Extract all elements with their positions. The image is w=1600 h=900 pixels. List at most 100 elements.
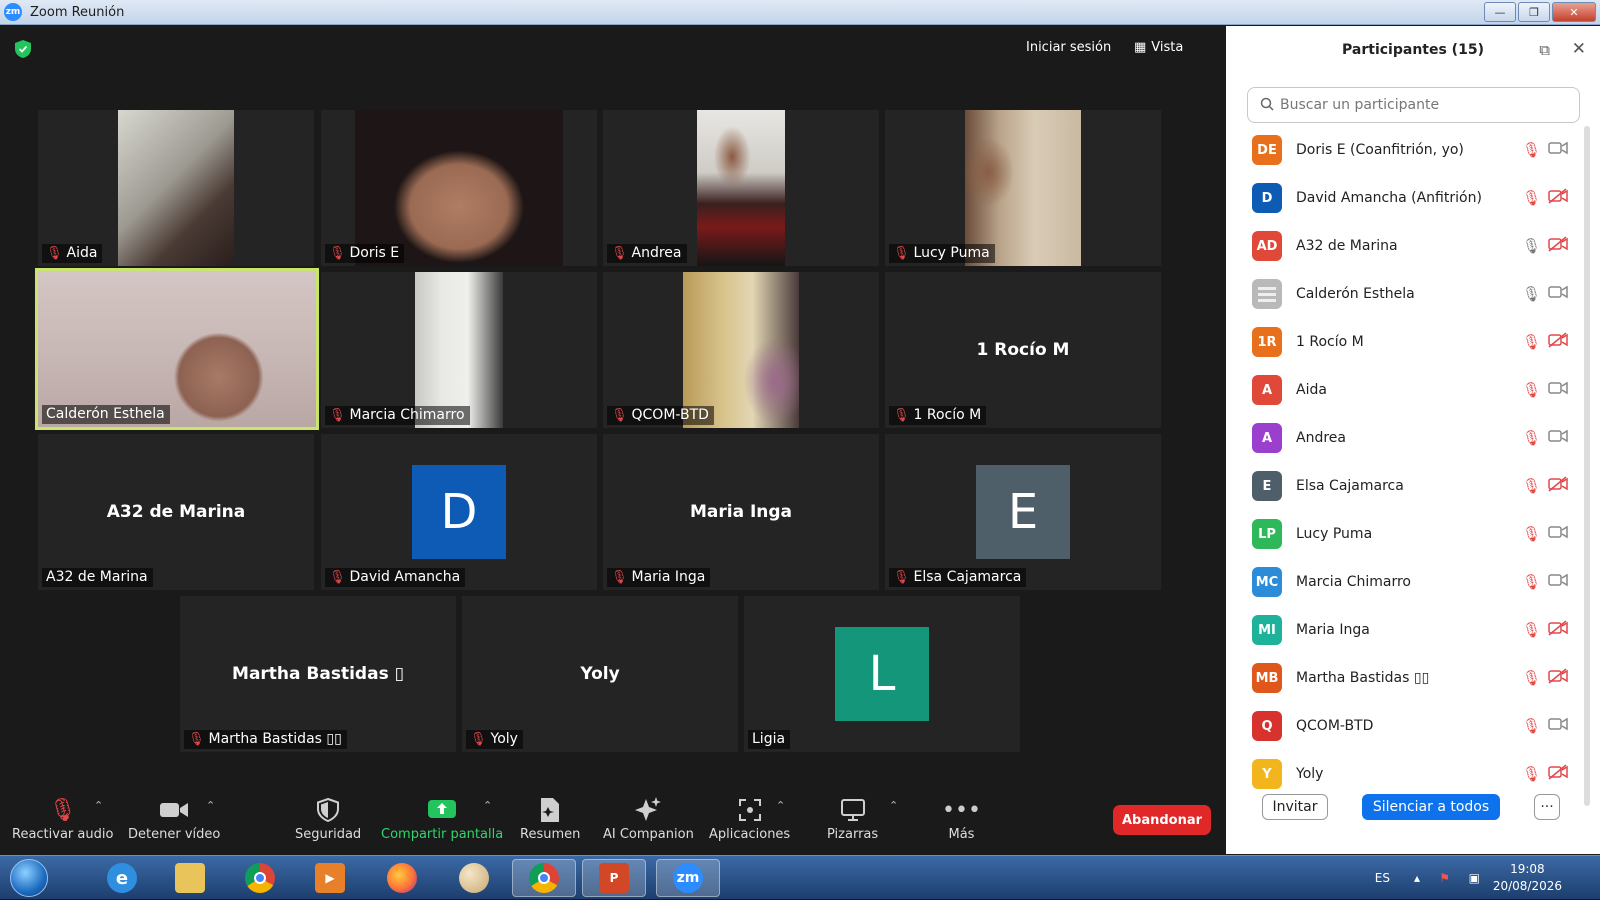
muted-mic-icon[interactable]: 🎙 xyxy=(1522,477,1541,495)
video-tile-martha[interactable]: Martha Bastidas ▯ 🎙 Martha Bastidas ▯▯ xyxy=(180,596,456,752)
participant-row[interactable]: LP Lucy Puma 🎙 xyxy=(1226,510,1586,558)
whiteboards-button[interactable]: Pizarras xyxy=(827,795,878,842)
video-camera-icon[interactable] xyxy=(1548,380,1568,400)
sign-in-button[interactable]: Iniciar sesión xyxy=(1026,40,1111,55)
close-panel-icon[interactable]: ✕ xyxy=(1572,39,1586,59)
participant-row[interactable]: Calderón Esthela 🎙 xyxy=(1226,270,1586,318)
security-shield-icon[interactable] xyxy=(15,40,31,58)
view-button[interactable]: ▦ Vista xyxy=(1134,40,1183,55)
video-off-icon[interactable] xyxy=(1548,620,1568,640)
panel-more-button[interactable]: ··· xyxy=(1534,794,1560,820)
video-off-icon[interactable] xyxy=(1548,668,1568,688)
participant-row[interactable]: MB Martha Bastidas ▯▯ 🎙 xyxy=(1226,654,1586,702)
apps-options-caret[interactable]: ⌃ xyxy=(776,799,785,812)
taskbar-internet-explorer[interactable]: e xyxy=(90,859,154,897)
participant-row[interactable]: A Andrea 🎙 xyxy=(1226,414,1586,462)
tile-center-name: A32 de Marina xyxy=(106,502,246,522)
video-off-icon[interactable] xyxy=(1548,476,1568,496)
muted-mic-icon[interactable]: 🎙 xyxy=(1522,717,1541,735)
muted-mic-icon[interactable]: 🎙 xyxy=(1522,333,1541,351)
restore-button[interactable]: ❐ xyxy=(1518,2,1550,22)
video-tile-lucy[interactable]: 🎙 Lucy Puma xyxy=(885,110,1161,266)
language-indicator[interactable]: ES xyxy=(1375,856,1390,900)
taskbar-media-player[interactable]: ▶ xyxy=(298,859,362,897)
tile-label: A32 de Marina xyxy=(42,568,153,587)
system-clock[interactable]: 19:08 20/08/2026 xyxy=(1493,861,1562,895)
muted-mic-icon[interactable]: 🎙 xyxy=(1522,429,1541,447)
audio-options-caret[interactable]: ⌃ xyxy=(94,799,103,812)
video-options-caret[interactable]: ⌃ xyxy=(206,799,215,812)
participant-row[interactable]: DE Doris E (Coanfitrión, yo) 🎙 xyxy=(1226,126,1586,174)
video-camera-icon[interactable] xyxy=(1548,716,1568,736)
taskbar-chrome-active[interactable] xyxy=(512,859,576,897)
video-off-icon[interactable] xyxy=(1548,188,1568,208)
display-icon[interactable]: ▣ xyxy=(1469,856,1480,900)
video-feed xyxy=(965,110,1081,266)
taskbar-firefox[interactable] xyxy=(370,859,434,897)
participant-row[interactable]: E Elsa Cajamarca 🎙 xyxy=(1226,462,1586,510)
muted-mic-icon[interactable]: 🎙 xyxy=(1522,621,1541,639)
video-off-icon[interactable] xyxy=(1548,332,1568,352)
security-button[interactable]: Seguridad xyxy=(295,795,361,842)
video-tile-qcom[interactable]: 🎙 QCOM-BTD xyxy=(603,272,879,428)
video-camera-icon[interactable] xyxy=(1548,284,1568,304)
video-tile-marcia[interactable]: 🎙 Marcia Chimarro xyxy=(321,272,597,428)
participant-search-box[interactable] xyxy=(1247,87,1580,123)
video-camera-icon[interactable] xyxy=(1548,572,1568,592)
video-tile-aida[interactable]: 🎙 Aida xyxy=(38,110,314,266)
minimize-button[interactable]: — xyxy=(1484,2,1516,22)
muted-mic-icon[interactable]: 🎙 xyxy=(1522,573,1541,591)
pop-out-icon[interactable]: ⧉ xyxy=(1539,41,1550,59)
mute-all-button[interactable]: Silenciar a todos xyxy=(1362,794,1500,820)
video-camera-icon xyxy=(159,795,189,825)
ai-companion-button[interactable]: AI Companion xyxy=(603,795,694,842)
video-tile-yoly[interactable]: Yoly 🎙 Yoly xyxy=(462,596,738,752)
video-off-icon[interactable] xyxy=(1548,764,1568,784)
more-button[interactable]: ••• Más xyxy=(942,795,981,843)
invite-button[interactable]: Invitar xyxy=(1262,794,1328,820)
video-camera-icon[interactable] xyxy=(1548,428,1568,448)
leave-meeting-button[interactable]: Abandonar xyxy=(1113,805,1211,835)
participant-row[interactable]: MC Marcia Chimarro 🎙 xyxy=(1226,558,1586,606)
muted-mic-icon[interactable]: 🎙 xyxy=(1522,189,1541,207)
video-tile-ligia[interactable]: L Ligia xyxy=(744,596,1020,752)
video-tile-calderon-speaking[interactable]: Calderón Esthela xyxy=(35,268,319,430)
participant-row[interactable]: AD A32 de Marina 🎙 xyxy=(1226,222,1586,270)
participant-row[interactable]: Q QCOM-BTD 🎙 xyxy=(1226,702,1586,750)
participant-row[interactable]: A Aida 🎙 xyxy=(1226,366,1586,414)
taskbar-powerpoint[interactable]: P xyxy=(582,859,646,897)
participant-row[interactable]: MI Maria Inga 🎙 xyxy=(1226,606,1586,654)
summary-button[interactable]: Resumen xyxy=(520,795,580,842)
video-tile-maria[interactable]: Maria Inga 🎙 Maria Inga xyxy=(603,434,879,590)
share-options-caret[interactable]: ⌃ xyxy=(483,799,492,812)
whiteboard-options-caret[interactable]: ⌃ xyxy=(889,799,898,812)
video-camera-icon[interactable] xyxy=(1548,140,1568,160)
network-alert-icon[interactable]: ⚑ xyxy=(1439,856,1450,900)
participant-row[interactable]: D David Amancha (Anfitrión) 🎙 xyxy=(1226,174,1586,222)
video-tile-rocio[interactable]: 1 Rocío M 🎙 1 Rocío M xyxy=(885,272,1161,428)
windows-start-button[interactable] xyxy=(10,859,48,897)
close-window-button[interactable]: ✕ xyxy=(1552,2,1596,22)
taskbar-paint[interactable] xyxy=(442,859,506,897)
video-tile-andrea[interactable]: 🎙 Andrea xyxy=(603,110,879,266)
muted-mic-icon[interactable]: 🎙 xyxy=(1522,765,1541,783)
mic-icon[interactable]: 🎙 xyxy=(1522,237,1541,255)
muted-mic-icon[interactable]: 🎙 xyxy=(1522,525,1541,543)
video-camera-icon[interactable] xyxy=(1548,524,1568,544)
tray-expand-icon[interactable]: ▴ xyxy=(1414,856,1420,900)
participants-scrollbar[interactable] xyxy=(1584,126,1590,806)
video-tile-david[interactable]: D 🎙 David Amancha xyxy=(321,434,597,590)
muted-mic-icon[interactable]: 🎙 xyxy=(1522,669,1541,687)
muted-mic-icon[interactable]: 🎙 xyxy=(1522,381,1541,399)
taskbar-file-explorer[interactable] xyxy=(158,859,222,897)
muted-mic-icon[interactable]: 🎙 xyxy=(1522,141,1541,159)
video-tile-elsa[interactable]: E 🎙 Elsa Cajamarca xyxy=(885,434,1161,590)
mic-icon[interactable]: 🎙 xyxy=(1522,285,1541,303)
video-tile-doris[interactable]: 🎙 Doris E xyxy=(321,110,597,266)
taskbar-zoom[interactable]: zm xyxy=(656,859,720,897)
taskbar-chrome[interactable] xyxy=(228,859,292,897)
video-tile-a32-marina[interactable]: A32 de Marina A32 de Marina xyxy=(38,434,314,590)
participant-row[interactable]: 1R 1 Rocío M 🎙 xyxy=(1226,318,1586,366)
participant-search-input[interactable] xyxy=(1280,97,1560,113)
video-off-icon[interactable] xyxy=(1548,236,1568,256)
